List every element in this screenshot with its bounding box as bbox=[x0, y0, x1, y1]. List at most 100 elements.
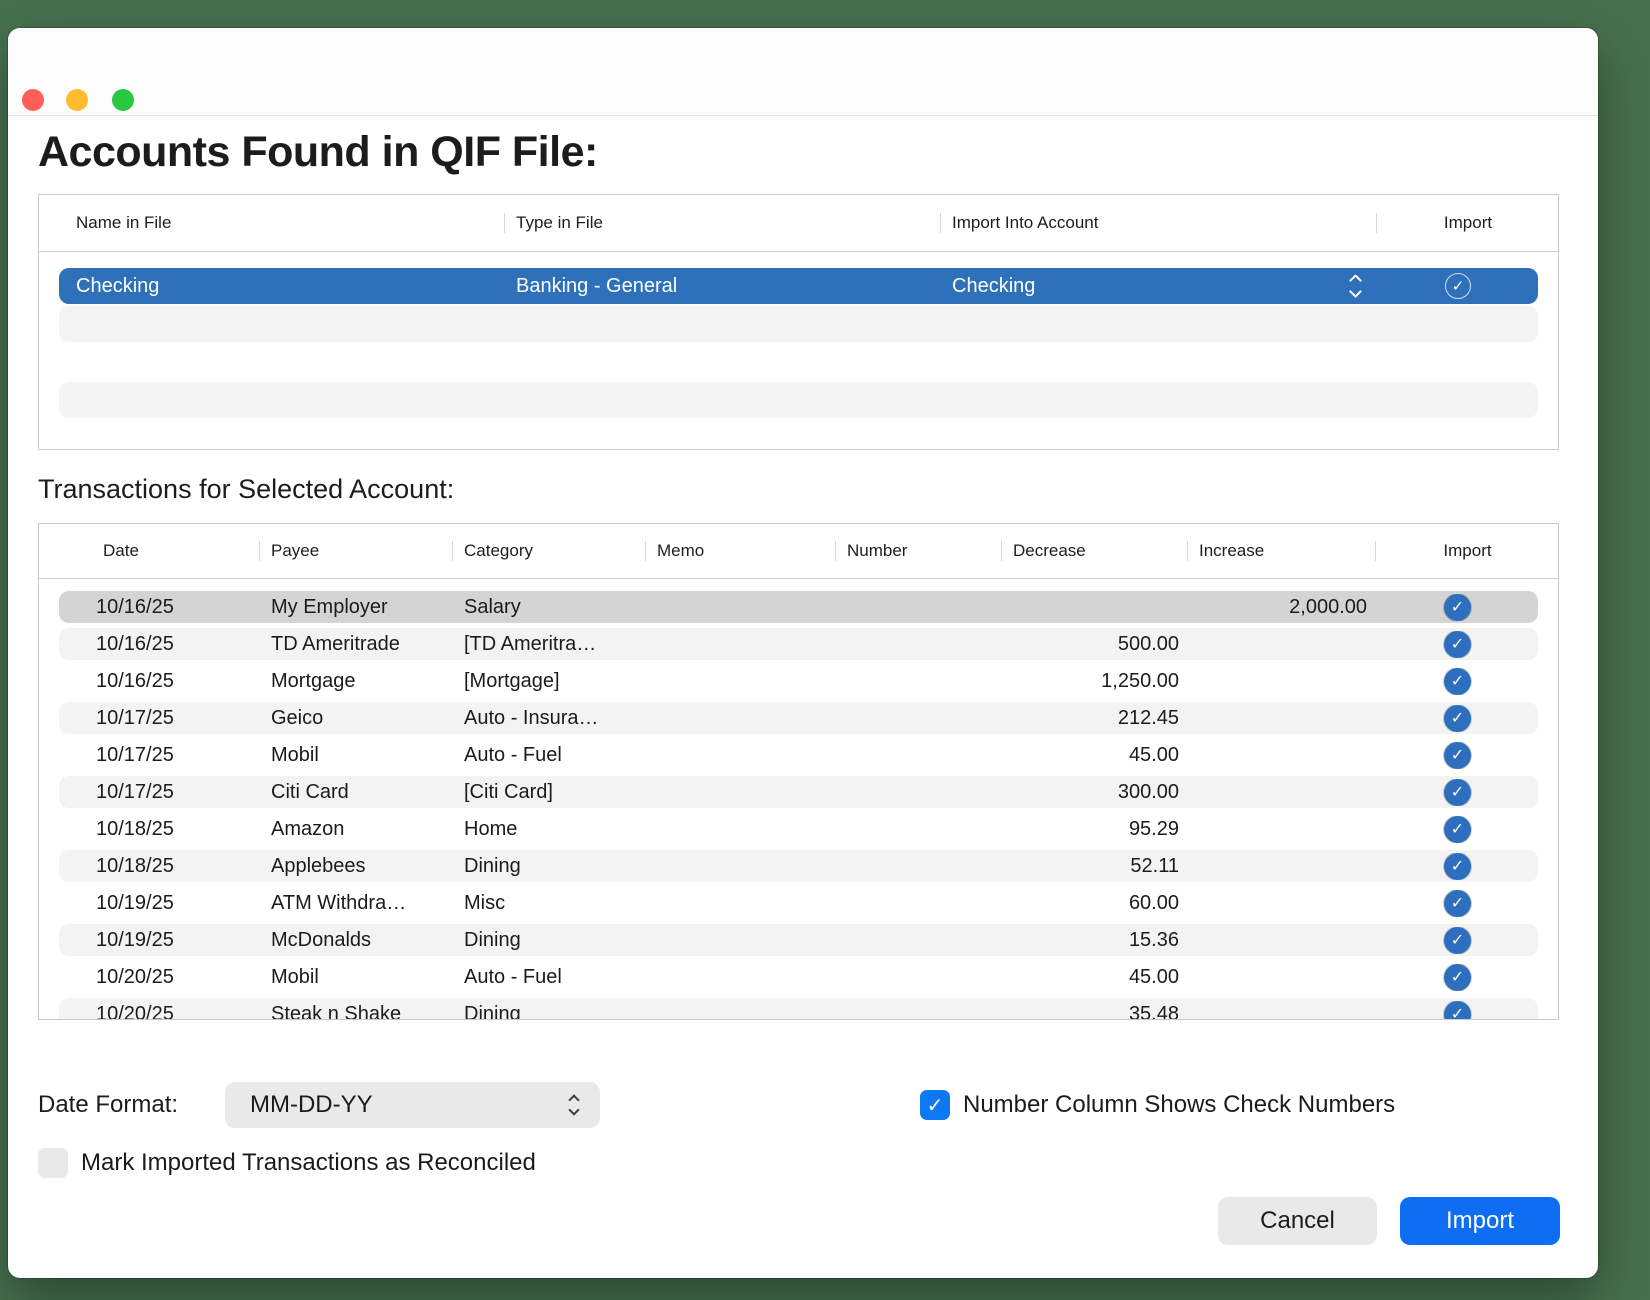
date-format-row: Date Format: MM-DD-YY bbox=[38, 1082, 178, 1128]
transaction-category-cell: [TD Ameritra… bbox=[452, 633, 645, 656]
transaction-category-cell: Misc bbox=[452, 892, 645, 915]
transaction-decrease-cell: 60.00 bbox=[1001, 892, 1187, 915]
transaction-import-cell bbox=[1375, 779, 1540, 806]
transaction-import-cell bbox=[1375, 890, 1540, 917]
transaction-row[interactable]: 10/19/25McDonaldsDining 15.36 bbox=[59, 924, 1538, 956]
transaction-payee-cell: TD Ameritrade bbox=[259, 633, 452, 656]
account-import-into-value: Checking bbox=[952, 275, 1035, 298]
chevron-up-down-icon[interactable] bbox=[1351, 276, 1360, 296]
transaction-import-cell bbox=[1375, 1001, 1540, 1021]
transaction-row[interactable]: 10/19/25ATM Withdra…Misc 60.00 bbox=[59, 887, 1538, 919]
transaction-category-cell: Dining bbox=[452, 855, 645, 878]
transaction-date-cell: 10/19/25 bbox=[59, 892, 259, 915]
transaction-row[interactable]: 10/16/25My EmployerSalary2,000.00 bbox=[59, 591, 1538, 623]
import-checkmark-icon[interactable] bbox=[1444, 742, 1471, 769]
chevron-up-down-icon bbox=[570, 1096, 578, 1114]
accounts-column-header: Import bbox=[1376, 213, 1560, 233]
transaction-date-cell: 10/20/25 bbox=[59, 966, 259, 989]
import-checkmark-icon[interactable] bbox=[1444, 816, 1471, 843]
transactions-column-header: Payee bbox=[259, 541, 452, 561]
transaction-row[interactable]: 10/16/25TD Ameritrade[TD Ameritra… 500.00 bbox=[59, 628, 1538, 660]
transaction-import-cell bbox=[1375, 594, 1540, 621]
import-checkmark-icon[interactable] bbox=[1444, 705, 1471, 732]
mark-reconciled-option: Mark Imported Transactions as Reconciled bbox=[38, 1148, 536, 1178]
date-format-label: Date Format: bbox=[38, 1091, 178, 1119]
transaction-category-cell: Dining bbox=[452, 929, 645, 952]
transaction-import-cell bbox=[1375, 742, 1540, 769]
transaction-decrease-cell: 500.00 bbox=[1001, 633, 1187, 656]
import-button[interactable]: Import bbox=[1400, 1197, 1560, 1245]
transactions-column-header: Import bbox=[1375, 541, 1559, 561]
transaction-decrease-cell: 300.00 bbox=[1001, 781, 1187, 804]
transaction-decrease-cell: 212.45 bbox=[1001, 707, 1187, 730]
account-row[interactable] bbox=[59, 382, 1538, 418]
transaction-date-cell: 10/17/25 bbox=[59, 707, 259, 730]
transaction-row[interactable]: 10/20/25Steak n ShakeDining35.48 bbox=[59, 998, 1538, 1020]
account-import-into-cell: Checking bbox=[940, 275, 1376, 298]
date-format-popup[interactable]: MM-DD-YY bbox=[225, 1082, 600, 1128]
zoom-button[interactable] bbox=[112, 89, 134, 111]
account-row[interactable] bbox=[59, 344, 1538, 380]
close-button[interactable] bbox=[22, 89, 44, 111]
transaction-decrease-cell: 1,250.00 bbox=[1001, 670, 1187, 693]
accounts-table-header: Name in FileType in FileImport Into Acco… bbox=[39, 195, 1558, 252]
transaction-row[interactable]: 10/17/25GeicoAuto - Insura… 212.45 bbox=[59, 702, 1538, 734]
transaction-decrease-cell: 95.29 bbox=[1001, 818, 1187, 841]
import-checkmark-icon[interactable] bbox=[1444, 927, 1471, 954]
import-checkmark-icon[interactable] bbox=[1444, 779, 1471, 806]
transaction-date-cell: 10/17/25 bbox=[59, 744, 259, 767]
import-checkmark-icon[interactable] bbox=[1444, 890, 1471, 917]
import-checkmark-icon[interactable] bbox=[1444, 594, 1471, 621]
import-checkbox-icon[interactable] bbox=[1445, 273, 1471, 299]
transaction-payee-cell: ATM Withdra… bbox=[259, 892, 452, 915]
transactions-column-header: Category bbox=[452, 541, 645, 561]
transaction-date-cell: 10/16/25 bbox=[59, 670, 259, 693]
import-qif-dialog: Accounts Found in QIF File: Name in File… bbox=[8, 28, 1598, 1278]
account-row[interactable] bbox=[59, 306, 1538, 342]
transaction-decrease-cell: 15.36 bbox=[1001, 929, 1187, 952]
account-name-cell: Checking bbox=[59, 275, 504, 298]
transaction-date-cell: 10/18/25 bbox=[59, 818, 259, 841]
transaction-date-cell: 10/16/25 bbox=[59, 633, 259, 656]
import-checkmark-icon[interactable] bbox=[1444, 631, 1471, 658]
transaction-payee-cell: Geico bbox=[259, 707, 452, 730]
import-checkmark-icon[interactable] bbox=[1444, 964, 1471, 991]
accounts-column-header: Type in File bbox=[504, 213, 940, 233]
transaction-row[interactable]: 10/20/25MobilAuto - Fuel45.00 bbox=[59, 961, 1538, 993]
chevron-down-icon bbox=[1349, 285, 1362, 297]
transaction-date-cell: 10/16/25 bbox=[59, 596, 259, 619]
transaction-row[interactable]: 10/17/25MobilAuto - Fuel45.00 bbox=[59, 739, 1538, 771]
mark-reconciled-label[interactable]: Mark Imported Transactions as Reconciled bbox=[81, 1149, 536, 1177]
import-checkmark-icon[interactable] bbox=[1444, 853, 1471, 880]
mark-reconciled-checkbox[interactable] bbox=[38, 1148, 68, 1178]
transaction-date-cell: 10/17/25 bbox=[59, 781, 259, 804]
transaction-date-cell: 10/19/25 bbox=[59, 929, 259, 952]
transaction-payee-cell: Mobil bbox=[259, 966, 452, 989]
accounts-column-header: Name in File bbox=[39, 213, 504, 233]
transactions-heading: Transactions for Selected Account: bbox=[38, 474, 454, 505]
transaction-decrease-cell: 35.48 bbox=[1001, 1003, 1187, 1021]
transaction-payee-cell: Mortgage bbox=[259, 670, 452, 693]
transaction-import-cell bbox=[1375, 816, 1540, 843]
title-bar bbox=[8, 28, 1598, 116]
import-checkmark-icon[interactable] bbox=[1444, 668, 1471, 695]
account-row[interactable]: CheckingBanking - GeneralChecking bbox=[59, 268, 1538, 304]
cancel-button[interactable]: Cancel bbox=[1218, 1197, 1377, 1245]
number-column-label[interactable]: Number Column Shows Check Numbers bbox=[963, 1091, 1395, 1119]
transaction-category-cell: Auto - Insura… bbox=[452, 707, 645, 730]
page-title: Accounts Found in QIF File: bbox=[38, 128, 598, 177]
transaction-category-cell: Home bbox=[452, 818, 645, 841]
transactions-table-header: DatePayeeCategoryMemoNumberDecreaseIncre… bbox=[39, 524, 1558, 579]
transaction-row[interactable]: 10/18/25ApplebeesDining52.11 bbox=[59, 850, 1538, 882]
number-column-checkbox[interactable] bbox=[920, 1090, 950, 1120]
import-checkmark-icon[interactable] bbox=[1444, 1001, 1471, 1021]
transactions-column-header: Number bbox=[835, 541, 1001, 561]
transaction-row[interactable]: 10/17/25Citi Card[Citi Card]300.00 bbox=[59, 776, 1538, 808]
transactions-column-header: Decrease bbox=[1001, 541, 1187, 561]
transaction-category-cell: Salary bbox=[452, 596, 645, 619]
date-format-value: MM-DD-YY bbox=[250, 1091, 373, 1119]
minimize-button[interactable] bbox=[66, 89, 88, 111]
transaction-row[interactable]: 10/16/25Mortgage[Mortgage]1,250.00 bbox=[59, 665, 1538, 697]
transaction-row[interactable]: 10/18/25AmazonHome95.29 bbox=[59, 813, 1538, 845]
transaction-payee-cell: McDonalds bbox=[259, 929, 452, 952]
